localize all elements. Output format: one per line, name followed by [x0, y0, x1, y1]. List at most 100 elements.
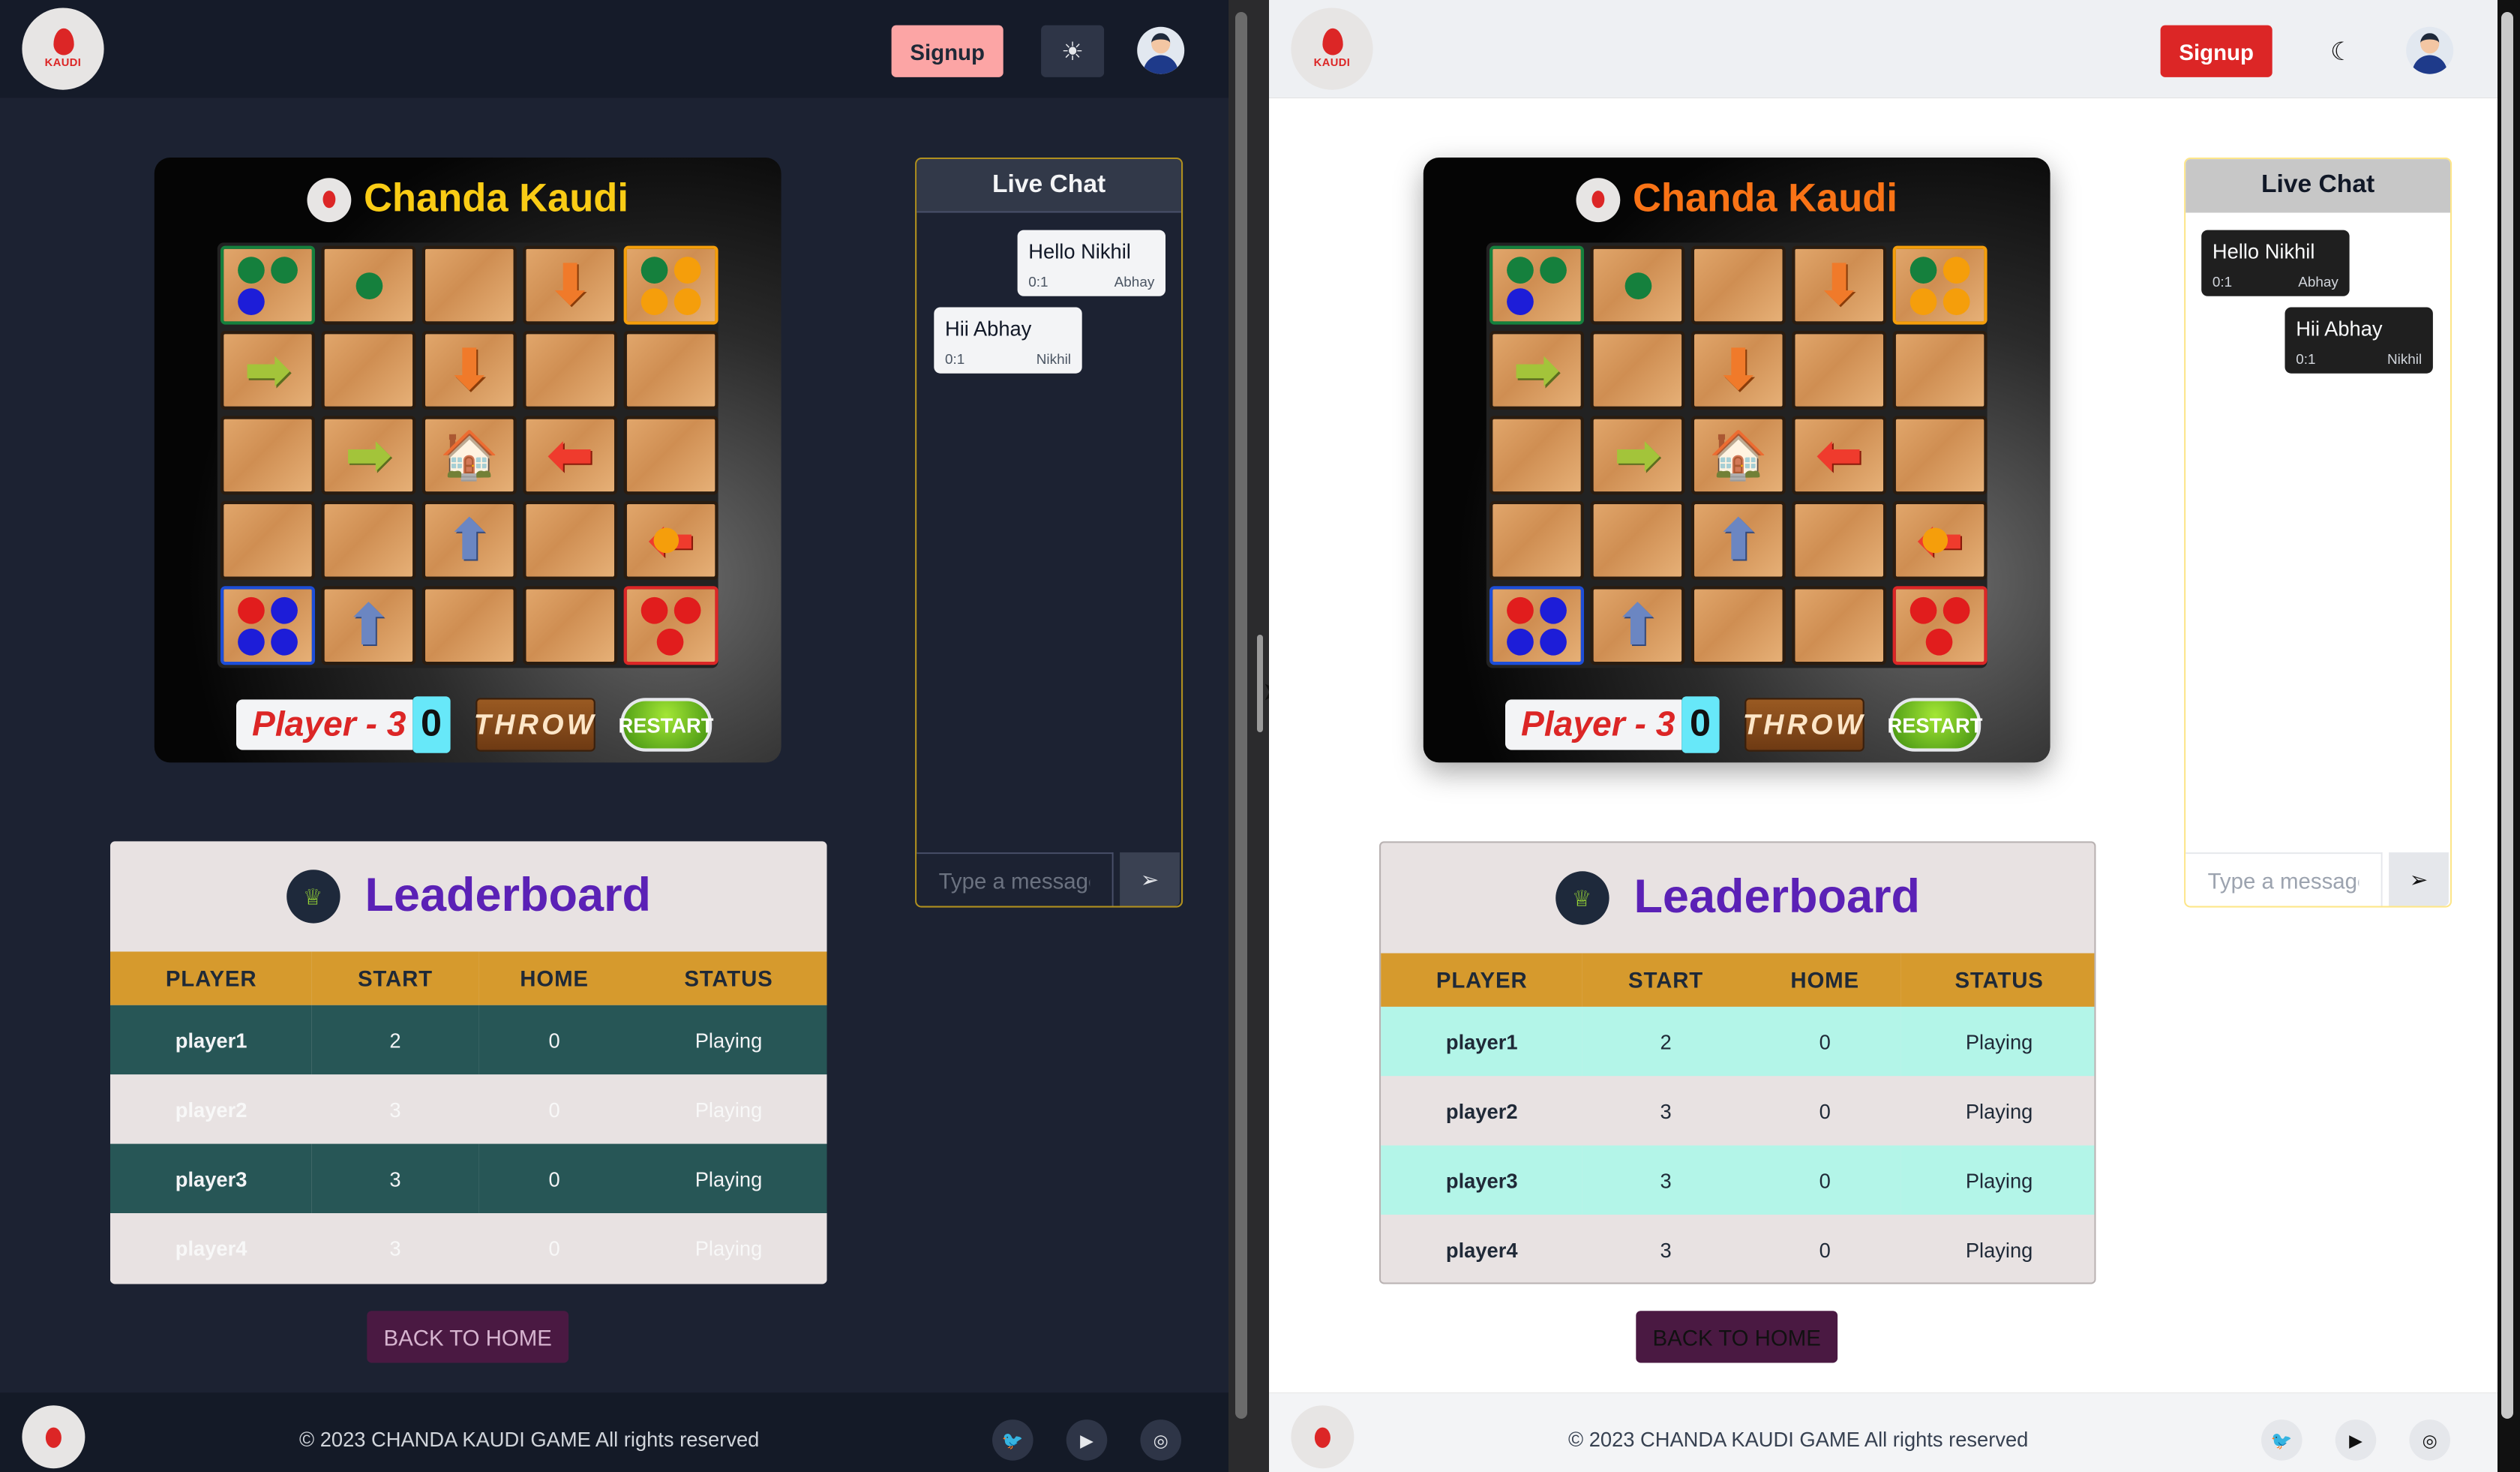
trophy-icon: ♕ — [1555, 871, 1609, 925]
board-cell[interactable] — [1490, 586, 1584, 665]
board-cell[interactable] — [1590, 245, 1685, 325]
board-cell[interactable] — [623, 586, 718, 665]
throw-button[interactable]: THROW — [1743, 698, 1864, 752]
board-cell[interactable] — [523, 500, 618, 580]
board-cell[interactable]: ➡ — [220, 330, 315, 410]
board-cell[interactable] — [220, 416, 315, 495]
restart-button[interactable]: RESTART — [1888, 698, 1982, 752]
board-cell[interactable] — [1892, 245, 1988, 325]
board-cell[interactable] — [1590, 500, 1685, 580]
instagram-icon[interactable]: ◎ — [2409, 1419, 2450, 1461]
board-grid: ⬇ ➡ ⬇ ➡ 🏠 ⬅ ⬆ ⬅ ⬆ — [217, 242, 718, 668]
footer-logo[interactable] — [22, 1405, 86, 1469]
board-cell[interactable]: ⬇ — [523, 245, 618, 325]
board-cell[interactable]: 🏠 — [1690, 416, 1786, 495]
board-cell[interactable]: ⬇ — [1792, 245, 1887, 325]
avatar[interactable] — [1137, 26, 1185, 74]
board-cell[interactable] — [321, 245, 416, 325]
column-header: STATUS — [1900, 953, 2095, 1007]
board-cell[interactable]: ⬅ — [623, 500, 718, 580]
table-row: player3 3 0 Playing — [1381, 1145, 2095, 1215]
board-cell[interactable] — [1792, 586, 1887, 665]
youtube-icon[interactable]: ▶ — [1066, 1419, 1108, 1461]
youtube-icon[interactable]: ▶ — [2335, 1419, 2377, 1461]
sun-icon[interactable]: ☀ — [1041, 25, 1105, 77]
board-cell[interactable] — [1892, 416, 1988, 495]
flame-icon — [1322, 28, 1342, 56]
board-cell[interactable] — [1590, 330, 1685, 410]
board-cell[interactable]: ⬆ — [422, 500, 517, 580]
board-cell[interactable]: ⬇ — [1690, 330, 1786, 410]
twitter-icon[interactable]: 🐦 — [992, 1419, 1034, 1461]
instagram-icon[interactable]: ◎ — [1140, 1419, 1181, 1461]
board-cell[interactable]: ⬆ — [321, 586, 416, 665]
column-header: PLAYER — [1381, 953, 1583, 1007]
board-cell[interactable] — [220, 245, 315, 325]
board-cell[interactable] — [1490, 245, 1584, 325]
board-cell[interactable] — [1490, 500, 1584, 580]
board-cell[interactable] — [321, 330, 416, 410]
board-cell[interactable] — [623, 330, 718, 410]
signup-button[interactable]: Signup — [891, 25, 1004, 77]
flame-icon — [52, 28, 74, 56]
chat-message-input[interactable] — [916, 852, 1114, 906]
board-cell[interactable] — [1792, 330, 1887, 410]
board-cell[interactable]: 🏠 — [422, 416, 517, 495]
footer: © 2023 CHANDA KAUDI GAME All rights rese… — [1269, 1392, 2498, 1472]
board-cell[interactable]: ⬅ — [1892, 500, 1988, 580]
board-cell[interactable]: ➡ — [321, 416, 416, 495]
board-cell[interactable] — [220, 500, 315, 580]
send-icon[interactable]: ➢ — [1120, 852, 1180, 906]
board-cell[interactable] — [523, 330, 618, 410]
board-cell[interactable] — [623, 245, 718, 325]
board-cell[interactable] — [1892, 586, 1988, 665]
restart-button[interactable]: RESTART — [619, 698, 713, 752]
board-cell[interactable] — [1690, 245, 1786, 325]
board-cell[interactable] — [422, 586, 517, 665]
send-icon[interactable]: ➢ — [2389, 852, 2449, 906]
footer-logo[interactable] — [1291, 1405, 1354, 1469]
board-cell[interactable] — [220, 586, 315, 665]
board-cell[interactable]: ⬅ — [523, 416, 618, 495]
chat-message-input[interactable] — [2186, 852, 2383, 906]
back-to-home-button[interactable]: BACK TO HOME — [1636, 1311, 1838, 1363]
board-cell[interactable]: ⬆ — [1590, 586, 1685, 665]
board-cell[interactable] — [321, 500, 416, 580]
throw-button[interactable]: THROW — [474, 698, 596, 752]
board-cell[interactable] — [1690, 586, 1786, 665]
arrow-right-icon: ➡ — [1513, 337, 1561, 402]
board-cell[interactable]: ⬆ — [1690, 500, 1786, 580]
right-scrollbar[interactable] — [2501, 12, 2513, 1419]
board-cell[interactable]: ⬅ — [1792, 416, 1887, 495]
board-cell[interactable] — [1792, 500, 1887, 580]
arrow-down-icon: ⬇ — [546, 252, 594, 317]
board-cell[interactable] — [623, 416, 718, 495]
twitter-icon[interactable]: 🐦 — [2261, 1419, 2302, 1461]
arrow-up-icon: ⬆ — [344, 592, 393, 657]
copyright-text: © 2023 CHANDA KAUDI GAME All rights rese… — [298, 1427, 760, 1452]
arrow-left-icon: ⬅ — [1815, 422, 1863, 487]
board-cell[interactable]: ➡ — [1490, 330, 1584, 410]
back-to-home-button[interactable]: BACK TO HOME — [367, 1311, 569, 1363]
navbar: KAUDI Signup ☀ — [0, 0, 1228, 98]
board-cell[interactable] — [523, 586, 618, 665]
logo[interactable]: KAUDI — [22, 8, 104, 90]
chat-message: Hii Abhay 0:1 Nikhil — [2284, 307, 2433, 374]
board-cell[interactable]: ⬇ — [422, 330, 517, 410]
board-cell[interactable]: ➡ — [1590, 416, 1685, 495]
arrow-up-icon: ⬆ — [1714, 507, 1762, 572]
game-controls: Player - 3 0 THROW RESTART — [1505, 696, 1982, 753]
board-cell[interactable] — [1892, 330, 1988, 410]
moon-icon[interactable]: ☾ — [2310, 26, 2373, 77]
board-cell[interactable] — [1490, 416, 1584, 495]
leaderboard-table: PLAYER START HOME STATUS player1 2 0 Playin… — [1381, 953, 2095, 1283]
orange-piece[interactable] — [653, 527, 680, 554]
orange-piece[interactable] — [1922, 527, 1948, 554]
logo[interactable]: KAUDI — [1291, 8, 1373, 90]
live-chat-panel: Live Chat Hello Nikhil 0:1 Abhay Hii Abhay… — [2184, 157, 2452, 908]
left-scrollbar[interactable] — [1235, 12, 1247, 1419]
signup-button[interactable]: Signup — [2160, 25, 2272, 77]
avatar[interactable] — [2406, 26, 2454, 74]
board-cell[interactable] — [422, 245, 517, 325]
board-grid: ⬇ ➡ ⬇ ➡ 🏠 ⬅ ⬆ ⬅ ⬆ — [1486, 242, 1988, 668]
